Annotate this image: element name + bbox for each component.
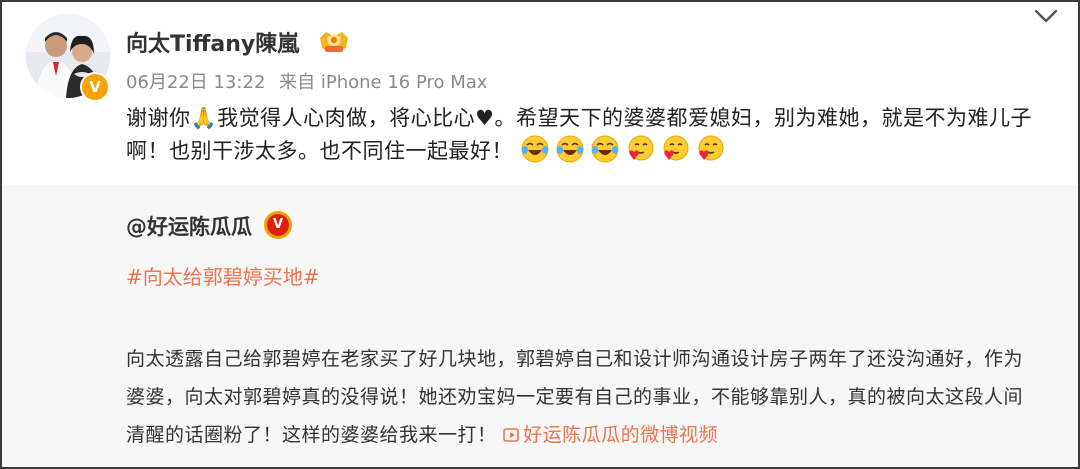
weibo-post-card: V 向太Tiffany陳嵐 06月22日 13:22 来自 iPhone 16 … [0, 0, 1080, 469]
video-link-label[interactable]: 好运陈瓜瓜的微博视频 [523, 424, 718, 446]
video-play-icon [503, 428, 519, 442]
post-date[interactable]: 06月22日 13:22 [126, 72, 265, 93]
hashtag-link[interactable]: #向太给郭碧婷买地# [126, 261, 320, 290]
fan-badge-icon[interactable] [316, 28, 352, 56]
verified-badge-letter: V [267, 214, 289, 236]
heart-face-emoji-icon [698, 135, 724, 161]
heart-face-emoji-icon [663, 135, 689, 161]
post-source: 来自 iPhone 16 Pro Max [279, 72, 488, 93]
emoji-row [520, 135, 730, 163]
heart-face-emoji-icon [628, 135, 654, 161]
laugh-cry-emoji-icon [521, 135, 549, 163]
repost-body: 向太透露自己给郭碧婷在老家买了好几块地，郭碧婷自己和设计师沟通设计房子两年了还没… [126, 340, 1026, 454]
post-meta: 06月22日 13:22 来自 iPhone 16 Pro Max [126, 68, 487, 94]
verified-badge-icon: V [264, 211, 292, 239]
post-username[interactable]: 向太Tiffany陳嵐 [126, 26, 299, 58]
post-body: 谢谢你🙏我觉得人心肉做，将心比心♥。希望天下的婆婆都爱媳妇，别为难她，就是不为难… [126, 102, 1056, 167]
laugh-cry-emoji-icon [591, 135, 619, 163]
video-link[interactable]: 好运陈瓜瓜的微博视频 [503, 424, 718, 446]
repost-block[interactable]: @好运陈瓜瓜 V #向太给郭碧婷买地# 向太透露自己给郭碧婷在老家买了好几块地，… [2, 185, 1078, 467]
verified-badge-icon: V [80, 72, 110, 102]
repost-username[interactable]: @好运陈瓜瓜 [126, 211, 252, 241]
laugh-cry-emoji-icon [556, 135, 584, 163]
chevron-down-icon[interactable] [1032, 6, 1060, 26]
